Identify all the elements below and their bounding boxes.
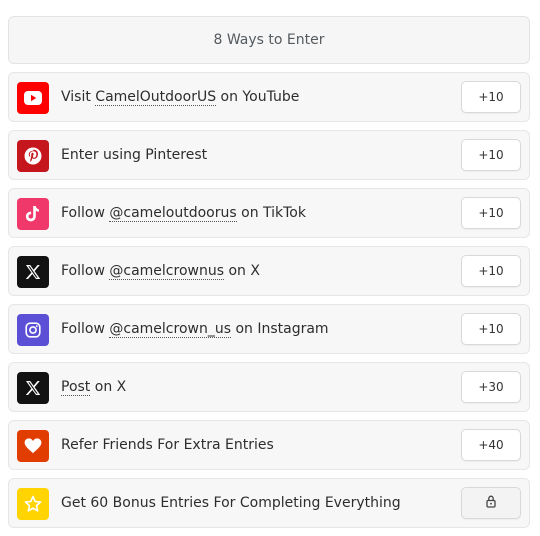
pinterest-icon [17, 140, 49, 172]
x-icon [17, 372, 49, 404]
youtube-icon [17, 82, 49, 114]
lock-icon [485, 495, 497, 511]
points-button[interactable]: +10 [461, 255, 521, 287]
entry-label: Follow @cameloutdoorus on TikTok [61, 205, 306, 222]
entry-link[interactable]: CamelOutdoorUS [95, 89, 217, 106]
entry-row-bonus[interactable]: Get 60 Bonus Entries For Completing Ever… [8, 478, 530, 528]
ways-to-enter-header: 8 Ways to Enter [8, 16, 530, 64]
points-button[interactable]: +40 [461, 429, 521, 461]
entry-label: Refer Friends For Extra Entries [61, 437, 274, 453]
entry-link[interactable]: Post [61, 379, 91, 396]
entry-row-instagram[interactable]: Follow @camelcrown_us on Instagram +10 [8, 304, 530, 354]
entry-label: Follow @camelcrownus on X [61, 263, 260, 280]
star-icon [17, 488, 49, 520]
entry-link[interactable]: @camelcrownus [109, 263, 224, 280]
entry-link[interactable]: @camelcrown_us [109, 321, 231, 338]
entry-row-refer-friends[interactable]: Refer Friends For Extra Entries +40 [8, 420, 530, 470]
instagram-icon [17, 314, 49, 346]
entry-row-x-post[interactable]: Post on X +30 [8, 362, 530, 412]
points-button[interactable]: +10 [461, 139, 521, 171]
points-button[interactable]: +30 [461, 371, 521, 403]
entry-row-youtube[interactable]: Visit CamelOutdoorUS on YouTube +10 [8, 72, 530, 122]
points-button[interactable]: +10 [461, 81, 521, 113]
tiktok-icon [17, 198, 49, 230]
entry-row-x-follow[interactable]: Follow @camelcrownus on X +10 [8, 246, 530, 296]
x-icon [17, 256, 49, 288]
entry-label: Post on X [61, 379, 127, 396]
entry-label: Enter using Pinterest [61, 147, 208, 163]
entry-row-tiktok[interactable]: Follow @cameloutdoorus on TikTok +10 [8, 188, 530, 238]
entry-label: Get 60 Bonus Entries For Completing Ever… [61, 495, 401, 511]
heart-icon [17, 430, 49, 462]
entry-row-pinterest[interactable]: Enter using Pinterest +10 [8, 130, 530, 180]
entry-label: Visit CamelOutdoorUS on YouTube [61, 89, 300, 106]
entry-methods-widget: 8 Ways to Enter Visit CamelOutdoorUS on … [0, 0, 540, 536]
points-button[interactable]: +10 [461, 197, 521, 229]
ways-to-enter-title: 8 Ways to Enter [213, 32, 325, 48]
points-button[interactable]: +10 [461, 313, 521, 345]
entry-link[interactable]: @cameloutdoorus [109, 205, 237, 222]
entry-label: Follow @camelcrown_us on Instagram [61, 321, 329, 338]
locked-button[interactable] [461, 487, 521, 519]
